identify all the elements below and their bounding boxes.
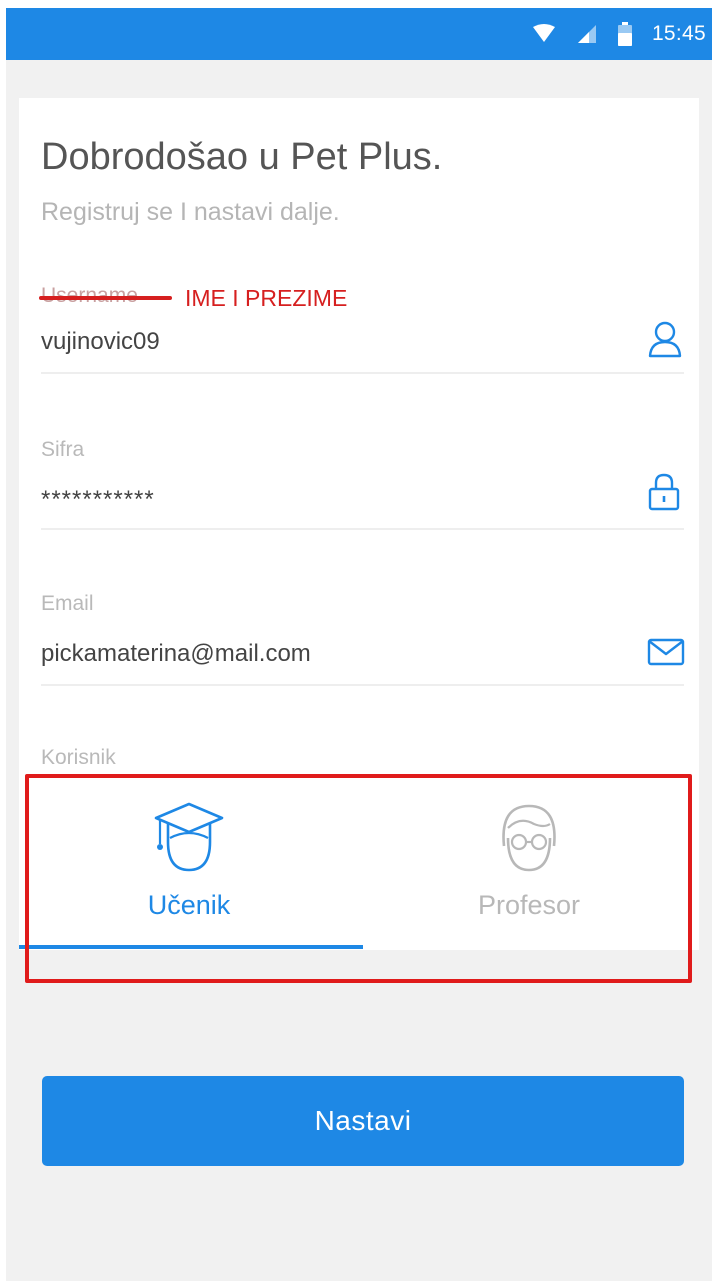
status-time: 15:45 xyxy=(651,22,706,45)
lock-icon xyxy=(648,473,680,511)
role-label-profesor: Profesor xyxy=(477,890,581,920)
role-tab-ucenik[interactable]: Učenik xyxy=(19,798,359,950)
page-title: Dobrodošao u Pet Plus. xyxy=(41,136,443,178)
role-tab-profesor[interactable]: Profesor xyxy=(359,798,699,950)
status-bar: 15:45 xyxy=(6,8,712,60)
password-label: Sifra xyxy=(41,438,85,461)
username-underline xyxy=(41,372,684,374)
selected-tab-indicator xyxy=(19,945,363,949)
graduation-cap-icon xyxy=(154,802,224,872)
annotation-strikethrough xyxy=(39,296,172,300)
registration-card: Dobrodošao u Pet Plus. Registruj se I na… xyxy=(19,98,699,950)
email-underline xyxy=(41,684,684,686)
email-input[interactable]: pickamaterina@mail.com xyxy=(41,640,311,668)
battery-icon xyxy=(617,22,632,46)
page-subtitle: Registruj se I nastavi dalje. xyxy=(41,198,340,226)
phone-screen: 15:45 Dobrodošao u Pet Plus. Registruj s… xyxy=(6,8,712,1281)
username-input[interactable]: vujinovic09 xyxy=(41,328,160,356)
role-label-ucenik: Učenik xyxy=(147,890,231,920)
user-icon xyxy=(648,321,682,358)
user-type-label: Korisnik xyxy=(41,746,116,769)
professor-glasses-icon xyxy=(502,804,556,872)
annotation-username-replacement: IME I PREZIME xyxy=(185,285,348,311)
continue-button[interactable]: Nastavi xyxy=(42,1076,684,1166)
email-label: Email xyxy=(41,592,94,615)
password-input[interactable]: *********** xyxy=(41,486,155,514)
signal-icon xyxy=(577,25,596,43)
password-underline xyxy=(41,528,684,530)
mail-icon xyxy=(647,638,685,666)
wifi-icon xyxy=(532,24,555,42)
